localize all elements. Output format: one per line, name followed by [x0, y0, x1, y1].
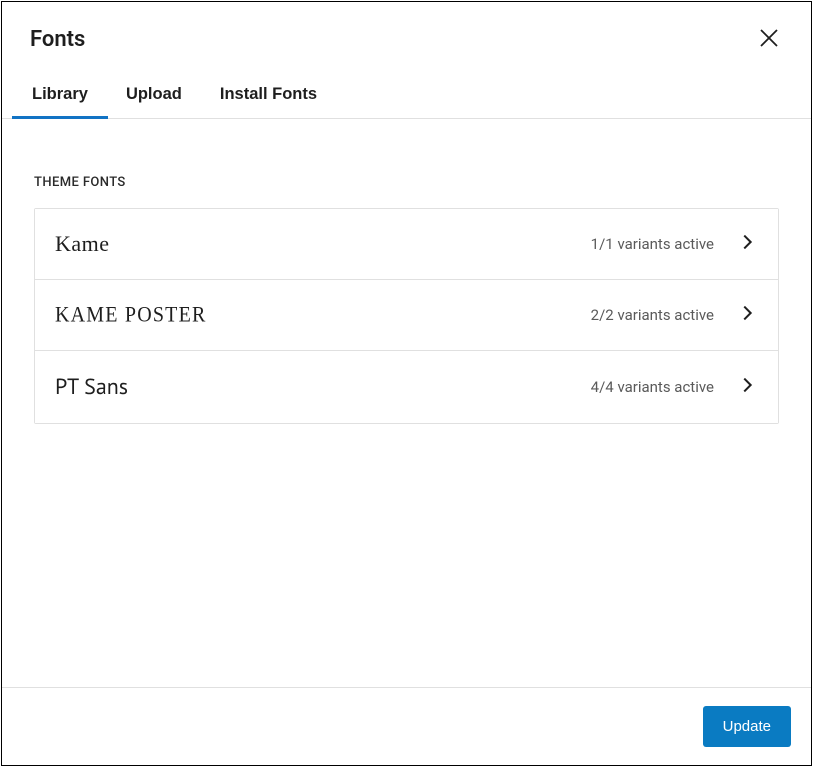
close-button[interactable] — [753, 22, 785, 57]
chevron-right-icon — [736, 302, 758, 328]
dialog-content: THEME FONTS Kame 1/1 variants active KAM… — [2, 119, 811, 687]
close-icon — [757, 26, 781, 53]
font-row-kame[interactable]: Kame 1/1 variants active — [35, 209, 778, 280]
dialog-header: Fonts — [2, 2, 811, 75]
font-name: Kame — [55, 231, 110, 257]
fonts-dialog: Fonts Library Upload Install Fonts THEME… — [1, 1, 812, 766]
update-button[interactable]: Update — [703, 706, 791, 747]
font-row-right: 2/2 variants active — [591, 302, 758, 328]
font-row-pt-sans[interactable]: PT Sans 4/4 variants active — [35, 351, 778, 423]
font-variants: 2/2 variants active — [591, 306, 714, 324]
font-variants: 4/4 variants active — [591, 378, 714, 396]
tab-upload[interactable]: Upload — [126, 75, 182, 118]
font-variants: 1/1 variants active — [591, 235, 714, 253]
section-label-theme-fonts: THEME FONTS — [34, 175, 779, 190]
dialog-title: Fonts — [30, 27, 85, 52]
font-row-right: 1/1 variants active — [591, 231, 758, 257]
dialog-footer: Update — [2, 687, 811, 765]
font-row-right: 4/4 variants active — [591, 374, 758, 400]
font-list: Kame 1/1 variants active KAME POSTER 2/2… — [34, 208, 779, 424]
font-row-kame-poster[interactable]: KAME POSTER 2/2 variants active — [35, 280, 778, 351]
font-name: KAME POSTER — [55, 302, 207, 327]
font-name: PT Sans — [55, 373, 128, 401]
chevron-right-icon — [736, 231, 758, 257]
tabs: Library Upload Install Fonts — [2, 75, 811, 119]
chevron-right-icon — [736, 374, 758, 400]
tab-library[interactable]: Library — [32, 75, 88, 118]
tab-install-fonts[interactable]: Install Fonts — [220, 75, 317, 118]
